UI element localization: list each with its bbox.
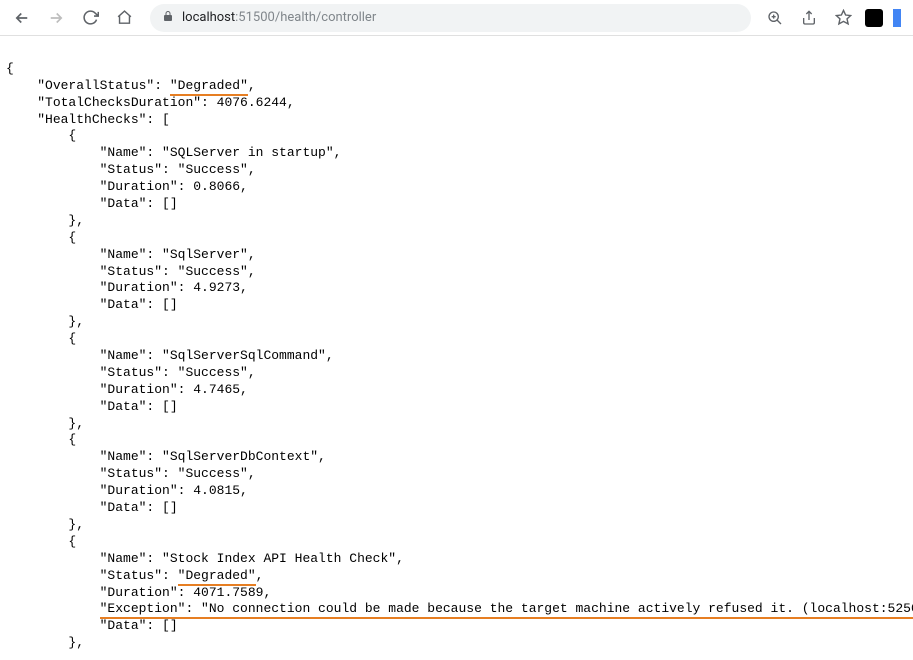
bookmark-star-icon[interactable] bbox=[831, 6, 855, 30]
json-response-body: { "OverallStatus": "Degraded", "TotalChe… bbox=[0, 36, 913, 660]
extension-icon[interactable] bbox=[865, 9, 883, 27]
back-button[interactable] bbox=[8, 4, 36, 32]
overall-status-value: "Degraded" bbox=[170, 78, 248, 96]
forward-button[interactable] bbox=[42, 4, 70, 32]
toolbar-right bbox=[763, 6, 905, 30]
url-text: localhost:51500/health/controller bbox=[182, 10, 376, 25]
check5-exception-line: "Exception": "No connection could be mad… bbox=[100, 601, 913, 619]
share-icon[interactable] bbox=[797, 6, 821, 30]
browser-toolbar: localhost:51500/health/controller bbox=[0, 0, 913, 36]
address-bar[interactable]: localhost:51500/health/controller bbox=[150, 4, 751, 32]
zoom-icon[interactable] bbox=[763, 6, 787, 30]
check5-status-value: "Degraded" bbox=[178, 568, 256, 586]
reload-button[interactable] bbox=[76, 4, 104, 32]
home-button[interactable] bbox=[110, 4, 138, 32]
lock-icon bbox=[162, 10, 174, 26]
profile-indicator[interactable] bbox=[893, 9, 901, 27]
